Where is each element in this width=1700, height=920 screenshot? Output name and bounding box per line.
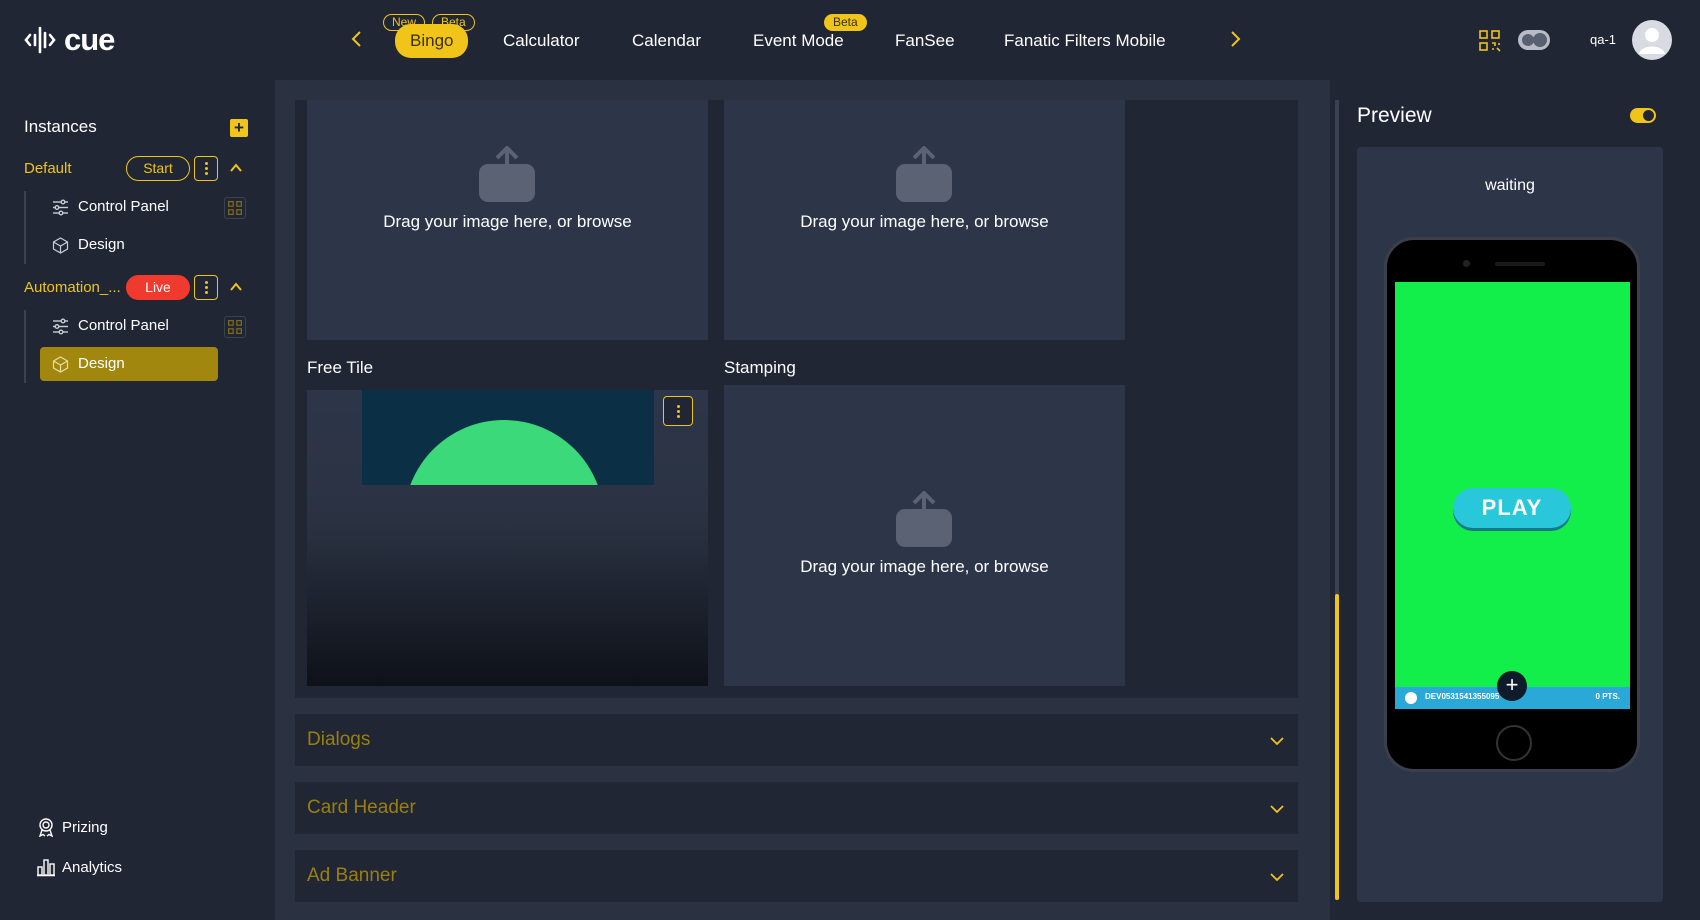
accordion-title: Dialogs xyxy=(307,729,371,750)
qr-code-icon[interactable] xyxy=(1478,29,1502,53)
logo-wave-icon xyxy=(24,26,56,54)
instance-menu-button[interactable] xyxy=(194,156,218,181)
qr-code-icon[interactable] xyxy=(224,316,246,338)
start-button[interactable]: Start xyxy=(126,156,190,181)
tabs-prev-arrow-icon[interactable] xyxy=(346,28,368,50)
theme-toggle[interactable] xyxy=(1518,30,1550,50)
instance-name: Automation_... xyxy=(24,279,121,296)
free-tile-menu-button[interactable] xyxy=(663,396,693,426)
preview-status: waiting xyxy=(1485,177,1535,194)
player-points: 0 PTS. xyxy=(1595,692,1620,701)
sidebar-item-label: Control Panel xyxy=(78,317,169,334)
tab-fanatic-filters-mobile[interactable]: Fanatic Filters Mobile xyxy=(1004,28,1166,54)
logo-text: cue xyxy=(64,22,115,57)
add-instance-button[interactable]: + xyxy=(230,119,248,137)
image-settings-panel: Drag your image here, or browse Drag you… xyxy=(295,100,1298,698)
chevron-up-icon[interactable] xyxy=(228,279,244,295)
accordion-title: Ad Banner xyxy=(307,865,397,886)
award-icon xyxy=(38,818,54,837)
sidebar-item-label: Analytics xyxy=(62,859,123,876)
phone-mockup: PLAY DEV0531541355095 0 PTS. + xyxy=(1384,237,1640,772)
tree-line xyxy=(24,191,26,264)
chevron-up-icon[interactable] xyxy=(228,160,244,176)
image-dropzone[interactable]: Drag your image here, or browse xyxy=(724,100,1125,340)
sidebar-item-control-panel[interactable]: Control Panel xyxy=(40,190,218,224)
free-tile-thumbnail xyxy=(362,390,654,485)
cube-icon xyxy=(52,237,69,254)
free-tile-label: Free Tile xyxy=(307,358,374,377)
scrollbar-thumb[interactable] xyxy=(1335,594,1339,900)
sidebar-item-design-active[interactable]: Design xyxy=(40,347,218,381)
sidebar-item-label: Design xyxy=(78,355,125,372)
image-dropzone[interactable]: Drag your image here, or browse xyxy=(307,100,708,340)
top-bar: cue New Beta Bingo Calculator Calendar B… xyxy=(0,0,1700,80)
main-content: Drag your image here, or browse Drag you… xyxy=(275,80,1339,920)
stamping-dropzone[interactable]: Drag your image here, or browse xyxy=(724,385,1125,686)
tabs-next-arrow-icon[interactable] xyxy=(1224,28,1246,50)
player-id: DEV0531541355095 xyxy=(1425,692,1500,701)
accordion-card-header[interactable]: Card Header xyxy=(295,782,1298,834)
preview-title: Preview xyxy=(1357,104,1432,127)
play-button[interactable]: PLAY xyxy=(1453,488,1571,528)
phone-screen: PLAY DEV0531541355095 0 PTS. + xyxy=(1395,282,1630,709)
tab-calendar[interactable]: Calendar xyxy=(632,28,701,54)
user-avatar[interactable] xyxy=(1632,20,1672,60)
tree-line xyxy=(24,310,26,383)
sidebar-item-label: Design xyxy=(78,236,125,253)
phone-camera xyxy=(1463,260,1470,267)
sidebar-item-design[interactable]: Design xyxy=(40,228,218,262)
phone-speaker xyxy=(1495,262,1545,266)
plus-icon[interactable]: + xyxy=(1497,671,1527,701)
app-logo[interactable]: cue xyxy=(24,22,115,58)
free-tile-image[interactable] xyxy=(307,390,708,686)
chevron-down-icon xyxy=(1270,873,1284,882)
dropzone-text[interactable]: Drag your image here, or browse xyxy=(724,557,1125,577)
sidebar: Instances + Default Start Control Panel … xyxy=(0,80,275,920)
live-status-button[interactable]: Live xyxy=(126,275,190,300)
instance-default[interactable]: Default Start xyxy=(24,156,254,182)
upload-icon xyxy=(479,146,535,202)
stamping-label: Stamping xyxy=(724,358,796,377)
tab-bingo[interactable]: Bingo xyxy=(395,24,469,58)
accordion-ad-banner[interactable]: Ad Banner xyxy=(295,850,1298,902)
sidebar-item-control-panel[interactable]: Control Panel xyxy=(40,309,218,343)
phone-home-button xyxy=(1496,725,1532,761)
upload-icon xyxy=(896,491,952,547)
accordion-title: Card Header xyxy=(307,797,416,818)
instance-name: Default xyxy=(24,160,72,177)
preview-toggle[interactable] xyxy=(1630,108,1656,123)
sidebar-item-label: Prizing xyxy=(62,819,108,836)
instance-automation[interactable]: Automation_... Live xyxy=(24,275,254,301)
accordion-dialogs[interactable]: Dialogs xyxy=(295,714,1298,766)
sliders-icon xyxy=(53,199,68,216)
preview-panel: Preview waiting PLAY DEV0531541355095 0 … xyxy=(1340,80,1700,920)
tile-graphic xyxy=(404,420,604,485)
upload-icon xyxy=(896,146,952,202)
bar-chart-icon xyxy=(37,859,55,877)
dropzone-text[interactable]: Drag your image here, or browse xyxy=(307,212,708,232)
chevron-down-icon xyxy=(1270,737,1284,746)
sliders-icon xyxy=(53,318,68,335)
sidebar-item-label: Control Panel xyxy=(78,198,169,215)
tab-event-mode[interactable]: Event Mode xyxy=(753,28,844,54)
player-icon xyxy=(1405,692,1417,704)
preview-card: waiting PLAY DEV0531541355095 0 PTS. + xyxy=(1357,147,1663,902)
chevron-down-icon xyxy=(1270,805,1284,814)
tab-calculator[interactable]: Calculator xyxy=(503,28,580,54)
qr-code-icon[interactable] xyxy=(224,197,246,219)
dropzone-text[interactable]: Drag your image here, or browse xyxy=(724,212,1125,232)
user-icon xyxy=(1639,28,1665,54)
tab-fansee[interactable]: FanSee xyxy=(895,28,955,54)
cube-icon xyxy=(52,356,69,373)
instances-title: Instances xyxy=(24,117,97,136)
user-name: qa-1 xyxy=(1590,32,1617,47)
instance-menu-button[interactable] xyxy=(194,275,218,300)
